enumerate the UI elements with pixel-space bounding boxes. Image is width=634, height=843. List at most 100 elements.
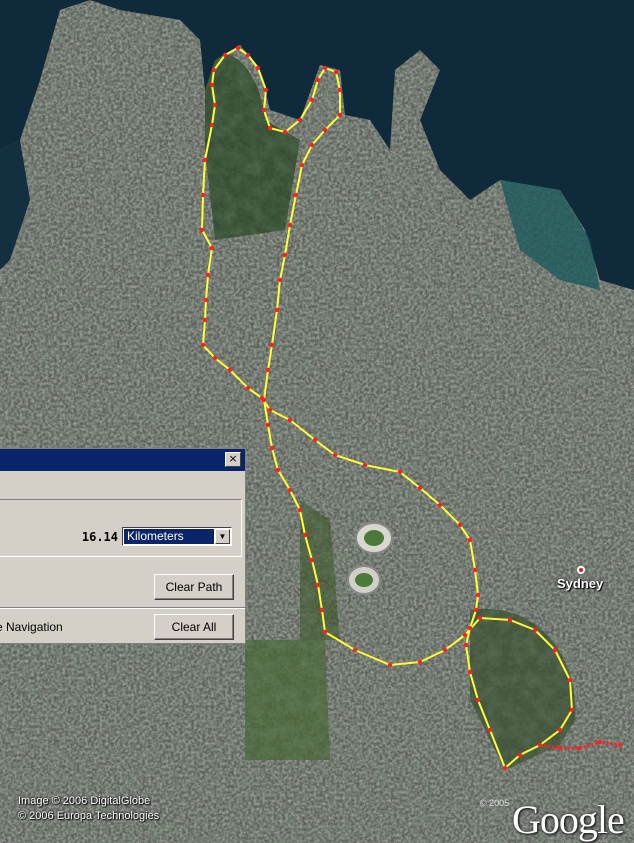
path-point[interactable] (200, 342, 206, 348)
path-point[interactable] (209, 82, 215, 88)
path-point[interactable] (337, 87, 343, 93)
place-marker-icon[interactable] (577, 566, 585, 574)
path-point[interactable] (322, 629, 328, 635)
path-point[interactable] (261, 397, 267, 403)
path-point[interactable] (202, 157, 208, 163)
path-point[interactable] (199, 227, 205, 233)
path-point[interactable] (477, 615, 483, 621)
path-point[interactable] (287, 222, 293, 228)
path-point[interactable] (472, 567, 478, 573)
path-point[interactable] (309, 557, 315, 563)
path-point[interactable] (302, 532, 308, 538)
path-point[interactable] (205, 272, 211, 278)
stadium-1-field (364, 530, 384, 546)
path-point[interactable] (265, 367, 271, 373)
path-point[interactable] (265, 422, 271, 428)
place-label-sydney[interactable]: Sydney (557, 576, 603, 591)
chevron-down-icon[interactable]: ▼ (215, 529, 230, 544)
path-point[interactable] (245, 385, 251, 391)
path-point[interactable] (299, 162, 305, 168)
close-icon[interactable]: × (225, 452, 241, 467)
path-point[interactable] (282, 252, 288, 258)
path-point[interactable] (287, 487, 293, 493)
path-point[interactable] (322, 127, 328, 133)
small-copyright: © 2005 (480, 798, 510, 808)
path-point[interactable] (287, 417, 293, 423)
path-point[interactable] (362, 462, 368, 468)
path-point[interactable] (577, 745, 583, 751)
path-point[interactable] (507, 617, 513, 623)
path-point[interactable] (282, 129, 288, 135)
path-point[interactable] (532, 627, 538, 633)
satellite-map[interactable] (0, 0, 634, 843)
path-point[interactable] (263, 87, 269, 93)
path-point[interactable] (309, 97, 315, 103)
path-point[interactable] (567, 677, 573, 683)
path-point[interactable] (467, 625, 473, 631)
path-point[interactable] (442, 647, 448, 653)
path-point[interactable] (274, 307, 280, 313)
path-point[interactable] (227, 367, 233, 373)
path-point[interactable] (255, 65, 261, 71)
path-point[interactable] (502, 765, 508, 771)
path-point[interactable] (537, 742, 543, 748)
path-point[interactable] (212, 102, 218, 108)
path-point[interactable] (319, 607, 325, 613)
path-point[interactable] (277, 277, 283, 283)
path-point[interactable] (569, 707, 575, 713)
path-point[interactable] (211, 67, 217, 73)
path-point[interactable] (269, 342, 275, 348)
path-point[interactable] (332, 452, 338, 458)
path-point[interactable] (200, 192, 206, 198)
path-point[interactable] (437, 502, 443, 508)
path-point[interactable] (617, 742, 623, 748)
path-point[interactable] (557, 727, 563, 733)
path-point[interactable] (387, 662, 393, 668)
path-point[interactable] (557, 745, 563, 751)
path-point[interactable] (312, 437, 318, 443)
path-point[interactable] (315, 77, 321, 83)
clear-path-button[interactable]: Clear Path (154, 574, 234, 600)
path-point[interactable] (245, 52, 251, 58)
path-point[interactable] (597, 739, 603, 745)
path-point[interactable] (337, 112, 343, 118)
path-point[interactable] (269, 445, 275, 451)
path-point[interactable] (309, 142, 315, 148)
path-point[interactable] (297, 507, 303, 513)
path-point[interactable] (267, 125, 273, 131)
path-point[interactable] (267, 407, 273, 413)
path-point[interactable] (417, 485, 423, 491)
path-point[interactable] (463, 642, 469, 648)
path-point[interactable] (352, 647, 358, 653)
path-point[interactable] (473, 607, 479, 613)
path-point[interactable] (462, 632, 468, 638)
path-point[interactable] (475, 592, 481, 598)
path-point[interactable] (203, 297, 209, 303)
path-point[interactable] (552, 647, 558, 653)
path-point[interactable] (209, 245, 215, 251)
clear-all-button[interactable]: Clear All (154, 614, 234, 640)
path-point[interactable] (487, 727, 493, 733)
path-point[interactable] (261, 107, 267, 113)
ruler-dialog: × 16.14 Kilometers ▼ Clear Path e Naviga… (0, 448, 246, 644)
path-point[interactable] (315, 582, 321, 588)
path-point[interactable] (467, 669, 473, 675)
path-point[interactable] (209, 122, 215, 128)
path-point[interactable] (235, 45, 241, 51)
path-point[interactable] (457, 522, 463, 528)
path-point[interactable] (333, 69, 339, 75)
path-point[interactable] (397, 469, 403, 475)
path-point[interactable] (475, 697, 481, 703)
path-point[interactable] (202, 317, 208, 323)
path-point[interactable] (467, 537, 473, 543)
path-point[interactable] (212, 355, 218, 361)
path-point[interactable] (297, 117, 303, 123)
dialog-titlebar[interactable]: × (0, 449, 245, 471)
path-point[interactable] (322, 65, 328, 71)
path-point[interactable] (517, 752, 523, 758)
path-point[interactable] (417, 659, 423, 665)
path-point[interactable] (275, 467, 281, 473)
path-point[interactable] (293, 192, 299, 198)
unit-select[interactable]: Kilometers ▼ (122, 527, 232, 546)
path-point[interactable] (222, 52, 228, 58)
